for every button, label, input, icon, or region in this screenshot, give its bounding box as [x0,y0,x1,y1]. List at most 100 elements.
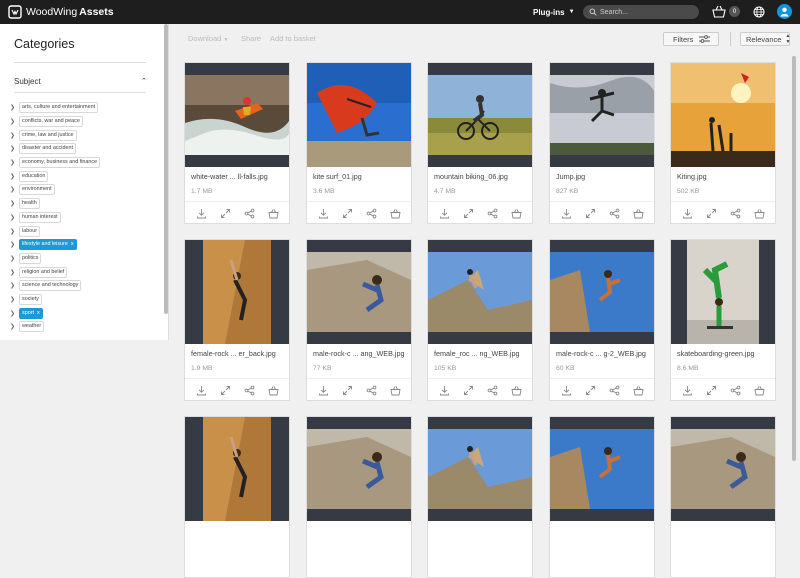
asset-thumbnail[interactable] [307,240,411,344]
add-to-basket-icon[interactable] [267,384,279,396]
chevron-right-icon[interactable]: ❯ [10,214,19,221]
category-item[interactable]: ❯ economy, business and finance [10,156,101,170]
asset-thumbnail[interactable] [185,240,289,344]
sidebar-scrollbar[interactable] [164,24,168,314]
add-to-basket-icon[interactable] [753,384,765,396]
category-tag[interactable]: religion and belief [19,266,68,278]
share-icon[interactable] [243,207,255,219]
expand-icon[interactable] [705,384,717,396]
category-item[interactable]: ❯ human interest [10,211,100,225]
category-tag[interactable]: arts, culture and entertainment [19,102,99,114]
asset-thumbnail[interactable] [671,417,775,521]
globe-icon[interactable] [753,6,765,18]
asset-card[interactable]: male-rock-c ... g-2_WEB.jpg 60 KB [549,239,655,401]
expand-icon[interactable] [341,207,353,219]
category-item[interactable]: ❯ arts, culture and entertainment [10,101,100,115]
expand-icon[interactable] [462,384,474,396]
asset-thumbnail[interactable] [550,240,654,344]
main-scrollbar[interactable] [792,56,796,461]
asset-card[interactable]: mountain biking_06.jpg 4.7 MB [427,62,533,224]
asset-thumbnail[interactable] [185,417,289,521]
asset-card[interactable]: white-water ... ll-falls.jpg 1.7 MB [184,62,290,224]
add-to-basket-icon[interactable] [389,207,401,219]
category-tag[interactable]: sport x [19,307,43,319]
asset-card[interactable] [427,416,533,578]
chevron-up-icon[interactable]: ⌃ [141,77,147,85]
expand-icon[interactable] [584,207,596,219]
chevron-right-icon[interactable]: ❯ [10,104,19,111]
category-item[interactable]: ❯ science and technology [10,279,100,293]
download-icon[interactable] [317,384,329,396]
category-item[interactable]: ❯ crime, law and justice [10,128,100,142]
add-to-basket-icon[interactable] [632,207,644,219]
chevron-right-icon[interactable]: ❯ [10,200,19,207]
category-item[interactable]: ❯ weather [10,320,100,334]
asset-card[interactable]: male-rock-c ... ang_WEB.jpg 77 KB [306,239,412,401]
chevron-right-icon[interactable]: ❯ [10,186,19,193]
chevron-right-icon[interactable]: ❯ [10,159,19,166]
share-icon[interactable] [608,207,620,219]
category-tag[interactable]: labour [19,225,40,237]
category-tag[interactable]: education [19,170,49,182]
download-icon[interactable] [560,207,572,219]
asset-thumbnail[interactable] [428,63,532,167]
add-to-basket-icon[interactable] [753,207,765,219]
download-icon[interactable] [560,384,572,396]
chevron-right-icon[interactable]: ❯ [10,145,19,152]
category-item[interactable]: ❯ politics [10,252,100,266]
asset-card[interactable] [549,416,655,578]
expand-icon[interactable] [705,207,717,219]
expand-icon[interactable] [341,384,353,396]
category-item[interactable]: ❯ disaster and accident [10,142,100,156]
chevron-right-icon[interactable]: ❯ [10,173,19,180]
asset-card[interactable]: female_roc ... ng_WEB.jpg 105 KB [427,239,533,401]
asset-card[interactable] [306,416,412,578]
chevron-right-icon[interactable]: ❯ [10,282,19,289]
category-tag[interactable]: human interest [19,211,61,223]
download-icon[interactable] [681,207,693,219]
basket-icon[interactable] [712,5,726,18]
asset-card[interactable]: Jump.jpg 827 KB [549,62,655,224]
category-tag[interactable]: economy, business and finance [19,157,101,169]
category-item[interactable]: ❯ education [10,169,100,183]
download-icon[interactable] [681,384,693,396]
expand-icon[interactable] [584,384,596,396]
add-to-basket-icon[interactable] [267,207,279,219]
asset-card[interactable]: Kiting.jpg 502 KB [670,62,776,224]
asset-thumbnail[interactable] [550,417,654,521]
asset-thumbnail[interactable] [307,63,411,167]
add-to-basket-icon[interactable] [510,384,522,396]
share-icon[interactable] [486,384,498,396]
asset-thumbnail[interactable] [671,63,775,167]
share-icon[interactable] [608,384,620,396]
expand-icon[interactable] [219,207,231,219]
chevron-right-icon[interactable]: ❯ [10,118,19,125]
share-icon[interactable] [365,384,377,396]
asset-card[interactable]: kite surf_01.jpg 3.6 MB [306,62,412,224]
category-item[interactable]: ❯ society [10,293,100,307]
remove-tag-icon[interactable]: x [37,310,40,316]
download-icon[interactable] [195,384,207,396]
subject-section-header[interactable]: Subject [14,77,41,86]
asset-card[interactable]: female-rock ... er_back.jpg 1.9 MB [184,239,290,401]
chevron-right-icon[interactable]: ❯ [10,269,19,276]
download-button[interactable]: Download ▼ [188,34,228,43]
asset-thumbnail[interactable] [671,240,775,344]
category-item[interactable]: ❯ health [10,197,100,211]
category-tag[interactable]: crime, law and justice [19,129,77,141]
share-icon[interactable] [729,384,741,396]
asset-thumbnail[interactable] [550,63,654,167]
category-tag[interactable]: science and technology [19,280,82,292]
share-icon[interactable] [486,207,498,219]
remove-tag-icon[interactable]: x [71,241,74,247]
asset-thumbnail[interactable] [428,240,532,344]
add-to-basket-icon[interactable] [632,384,644,396]
download-icon[interactable] [195,207,207,219]
filters-button[interactable]: Filters [663,32,719,46]
category-tag[interactable]: environment [19,184,55,196]
search-input[interactable]: Search... [583,5,699,19]
category-item[interactable]: ❯ labour [10,224,100,238]
category-tag[interactable]: weather [19,321,45,333]
download-icon[interactable] [438,384,450,396]
category-item[interactable]: ❯ religion and belief [10,265,100,279]
